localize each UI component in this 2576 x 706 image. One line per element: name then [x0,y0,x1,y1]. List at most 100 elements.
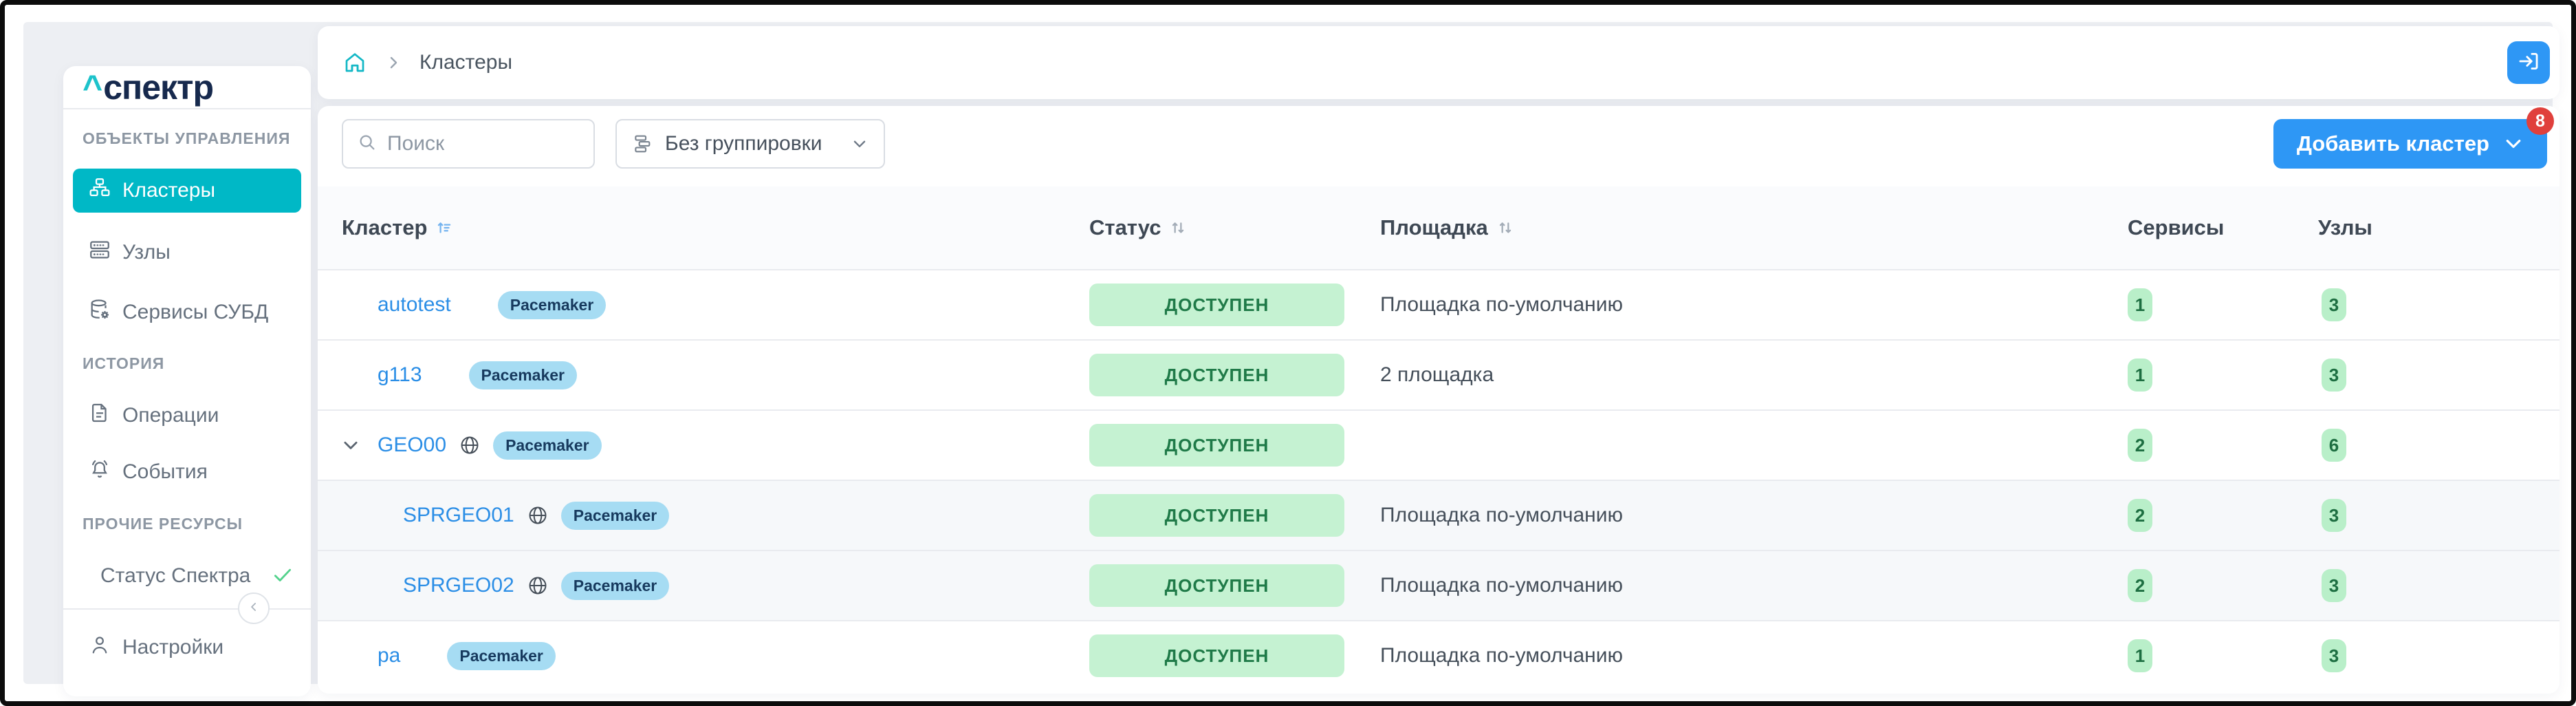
cluster-link[interactable]: SPRGEO02 [403,574,514,597]
services-cell: 1 [2128,621,2152,690]
add-cluster-button[interactable]: Добавить кластер [2273,119,2547,169]
section-objects-label: ОБЪЕКТЫ УПРАВЛЕНИЯ [83,129,291,147]
breadcrumb-bar: Кластеры [318,26,2559,99]
cluster-link[interactable]: SPRGEO01 [403,504,514,527]
column-header-site[interactable]: Площадка [1380,186,1514,269]
services-count: 1 [2128,359,2152,392]
grouping-value: Без группировки [665,132,822,155]
sidebar: ^ спектр ОБЪЕКТЫ УПРАВЛЕНИЯ Кластеры Узлы… [63,66,311,696]
app-logo: ^ спектр [83,66,214,108]
table-row[interactable]: GEO00 Pacemaker ДОСТУПЕН 2 6 [318,409,2559,480]
column-label: Сервисы [2128,215,2225,239]
chevron-down-icon [2506,140,2521,148]
grouping-select[interactable]: Без группировки [615,119,885,169]
login-arrow-icon [2517,50,2540,76]
logout-button[interactable] [2507,41,2550,84]
services-cell: 2 [2128,481,2152,550]
logo-caret: ^ [83,67,102,107]
sidebar-item-db-services[interactable]: Сервисы СУБД [73,290,301,334]
nodes-count: 3 [2322,569,2346,602]
cluster-link[interactable]: pa [378,644,400,667]
nodes-cell: 3 [2322,341,2346,409]
services-count: 2 [2128,499,2152,532]
table-row[interactable]: g113 Pacemaker ДОСТУПЕН 2 площадка 1 3 [318,339,2559,409]
search-icon [357,132,378,156]
status-badge: ДОСТУПЕН [1089,424,1344,467]
column-label: Узлы [2318,215,2372,239]
database-gear-icon [88,298,111,327]
table-row[interactable]: SPRGEO02 Pacemaker ДОСТУПЕН Площадка по-… [318,550,2559,620]
engine-badge: Pacemaker [560,571,670,600]
sidebar-item-nodes[interactable]: Узлы [73,231,301,275]
table-row[interactable]: pa Pacemaker ДОСТУПЕН Площадка по-умолча… [318,620,2559,690]
add-cluster-badge: 8 [2526,107,2554,135]
cluster-name-cell: SPRGEO01 Pacemaker [318,481,670,550]
sidebar-item-label: Операции [122,404,219,427]
cluster-link[interactable]: GEO00 [378,434,446,457]
sidebar-item-operations[interactable]: Операции [73,394,301,438]
expand-chevron-icon[interactable] [340,435,361,456]
engine-badge: Pacemaker [560,501,670,530]
sidebar-collapse-button[interactable] [238,592,270,624]
services-cell: 2 [2128,551,2152,620]
table-row[interactable]: autotest Pacemaker ДОСТУПЕН Площадка по-… [318,269,2559,339]
sidebar-divider-bottom [63,608,311,610]
cluster-link[interactable]: g113 [378,363,422,387]
chevron-left-icon [247,600,261,617]
cluster-name-cell: SPRGEO02 Pacemaker [318,551,670,620]
services-cell: 1 [2128,270,2152,339]
site-label: Площадка по-умолчанию [1380,574,1623,597]
globe-icon [459,434,481,456]
sidebar-item-settings[interactable]: Настройки [73,625,301,670]
screenshot-frame: ^ спектр ОБЪЕКТЫ УПРАВЛЕНИЯ Кластеры Узлы… [0,0,2576,706]
column-header-cluster[interactable]: Кластер [342,186,453,269]
sidebar-item-events[interactable]: События [73,450,301,494]
logo-text: спектр [103,67,214,107]
nodes-cell: 3 [2322,270,2346,339]
nodes-count: 6 [2322,429,2346,462]
user-icon [88,633,111,662]
grouping-icon [635,135,651,153]
cluster-name-cell: pa Pacemaker [318,621,556,690]
column-label: Кластер [342,215,428,239]
column-header-status[interactable]: Статус [1089,186,1187,269]
engine-badge: Pacemaker [468,361,578,389]
search-box [342,119,595,169]
table-body: autotest Pacemaker ДОСТУПЕН Площадка по-… [318,269,2559,690]
nodes-count: 3 [2322,499,2346,532]
services-count: 2 [2128,429,2152,462]
services-count: 2 [2128,569,2152,602]
sort-both-icon [1172,222,1184,233]
cluster-link[interactable]: autotest [378,293,451,317]
services-count: 1 [2128,288,2152,321]
sidebar-item-spektr-status[interactable]: Статус Спектра [73,554,301,598]
sidebar-item-clusters[interactable]: Кластеры [73,169,301,213]
table-row[interactable]: SPRGEO01 Pacemaker ДОСТУПЕН Площадка по-… [318,480,2559,550]
engine-badge: Pacemaker [447,641,556,670]
status-cell: ДОСТУПЕН [1089,270,1344,339]
nodes-cell: 3 [2322,551,2346,620]
table-header: Кластер Статус Площадка Сервисы Узлы [318,186,2559,269]
engine-badge: Pacemaker [493,431,602,460]
section-other-label: ПРОЧИЕ РЕСУРСЫ [83,515,243,533]
cluster-name-cell: g113 Pacemaker [318,341,578,409]
nodes-count: 3 [2322,359,2346,392]
status-badge: ДОСТУПЕН [1089,564,1344,607]
site-label: 2 площадка [1380,363,1494,386]
home-icon[interactable] [342,50,367,75]
app-background: ^ спектр ОБЪЕКТЫ УПРАВЛЕНИЯ Кластеры Узлы… [23,22,2559,696]
services-cell: 1 [2128,341,2152,409]
nodes-cell: 3 [2322,621,2346,690]
document-icon [88,401,111,430]
status-cell: ДОСТУПЕН [1089,411,1344,480]
nodes-count: 3 [2322,288,2346,321]
sidebar-divider-top [63,108,311,109]
column-header-services: Сервисы [2128,186,2224,269]
search-input[interactable] [387,132,580,156]
clusters-panel: Без группировки Добавить кластер 8 Класт… [318,106,2559,694]
status-badge: ДОСТУПЕН [1089,284,1344,326]
status-cell: ДОСТУПЕН [1089,551,1344,620]
sidebar-item-label: Кластеры [122,179,215,202]
sidebar-item-label: Статус Спектра [100,564,251,587]
chevron-right-icon [385,54,402,71]
